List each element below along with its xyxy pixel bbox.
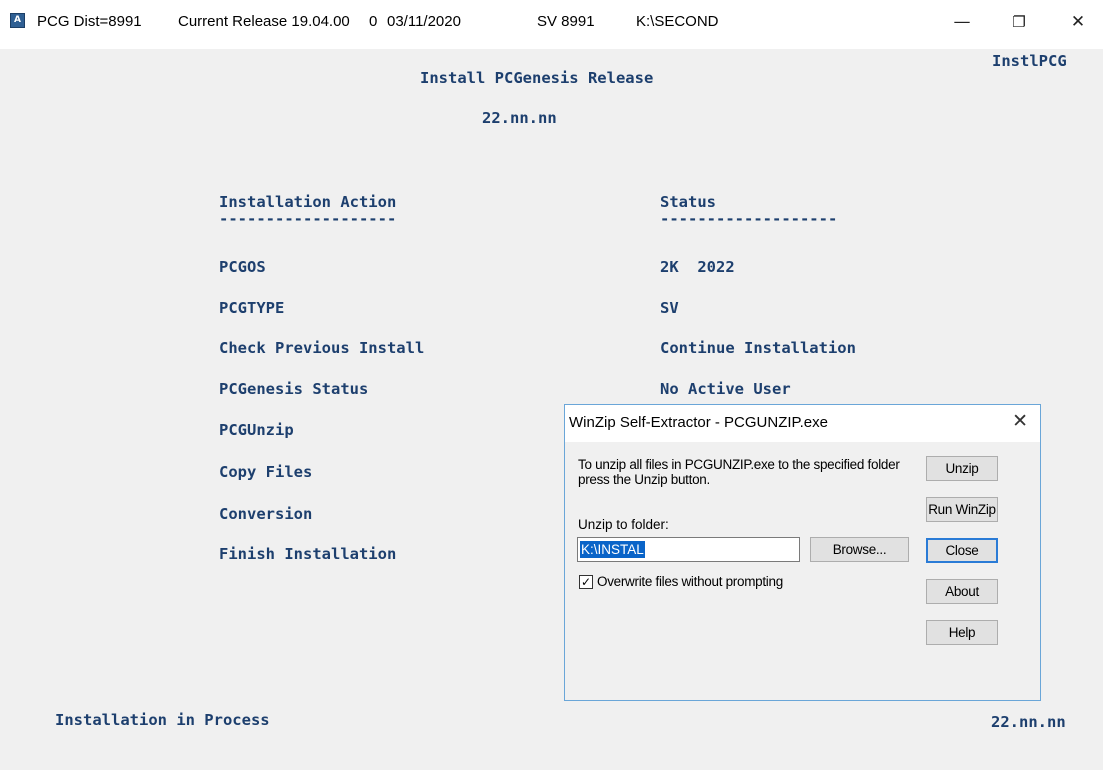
winzip-dialog: WinZip Self-Extractor - PCGUNZIP.exe ✕ T… <box>564 404 1041 701</box>
status-column-header: Status <box>660 193 716 211</box>
action-status: Continue Installation <box>660 339 856 357</box>
run-winzip-button[interactable]: Run WinZip <box>926 497 998 522</box>
action-label: Check Previous Install <box>219 339 425 357</box>
restore-button[interactable]: ❐ <box>996 0 1042 44</box>
action-label: PCGTYPE <box>219 299 285 317</box>
dialog-titlebar: WinZip Self-Extractor - PCGUNZIP.exe ✕ <box>565 405 1040 442</box>
unzip-folder-label: Unzip to folder: <box>578 517 669 532</box>
overwrite-label[interactable]: Overwrite files without prompting <box>597 574 783 589</box>
action-column-underline: ------------------- <box>219 210 397 228</box>
title-release-date: 03/11/2020 <box>387 13 461 30</box>
action-label: Finish Installation <box>219 545 397 563</box>
status-column-underline: ------------------- <box>660 210 838 228</box>
minimize-button[interactable]: — <box>939 0 985 44</box>
unzip-folder-input[interactable]: K:\INSTAL <box>577 537 800 562</box>
app-icon: A <box>10 13 25 28</box>
action-status: No Active User <box>660 380 791 398</box>
close-button[interactable]: Close <box>926 538 998 563</box>
close-window-button[interactable]: ✕ <box>1055 0 1101 44</box>
title-path: K:\SECOND <box>636 13 719 30</box>
action-label: Copy Files <box>219 463 313 481</box>
action-column-header: Installation Action <box>219 193 397 211</box>
dialog-message: To unzip all files in PCGUNZIP.exe to th… <box>578 457 900 487</box>
action-status: 2K 2022 <box>660 258 735 276</box>
footer-status: Installation in Process <box>55 711 270 729</box>
title-release-number: 0 <box>369 13 378 30</box>
footer-version: 22.nn.nn <box>991 713 1066 731</box>
action-label: PCGUnzip <box>219 421 294 439</box>
unzip-folder-value: K:\INSTAL <box>580 541 645 558</box>
window-titlebar: A PCG Dist=8991 Current Release 19.04.00… <box>0 0 1103 49</box>
help-button[interactable]: Help <box>926 620 998 645</box>
action-label: PCGOS <box>219 258 266 276</box>
dialog-title: WinZip Self-Extractor - PCGUNZIP.exe <box>569 414 828 431</box>
page-title: Install PCGenesis Release <box>420 69 654 87</box>
unzip-button[interactable]: Unzip <box>926 456 998 481</box>
action-label: PCGenesis Status <box>219 380 369 398</box>
release-version: 22.nn.nn <box>482 109 557 127</box>
dialog-close-icon[interactable]: ✕ <box>1012 410 1028 432</box>
title-sv: SV 8991 <box>537 13 595 30</box>
program-id: InstlPCG <box>992 52 1067 70</box>
action-status: SV <box>660 299 679 317</box>
title-distribution: PCG Dist=8991 <box>37 13 142 30</box>
overwrite-checkbox[interactable]: ✓ <box>579 575 593 589</box>
about-button[interactable]: About <box>926 579 998 604</box>
action-label: Conversion <box>219 505 313 523</box>
browse-button[interactable]: Browse... <box>810 537 909 562</box>
title-current-release: Current Release 19.04.00 <box>178 13 350 30</box>
